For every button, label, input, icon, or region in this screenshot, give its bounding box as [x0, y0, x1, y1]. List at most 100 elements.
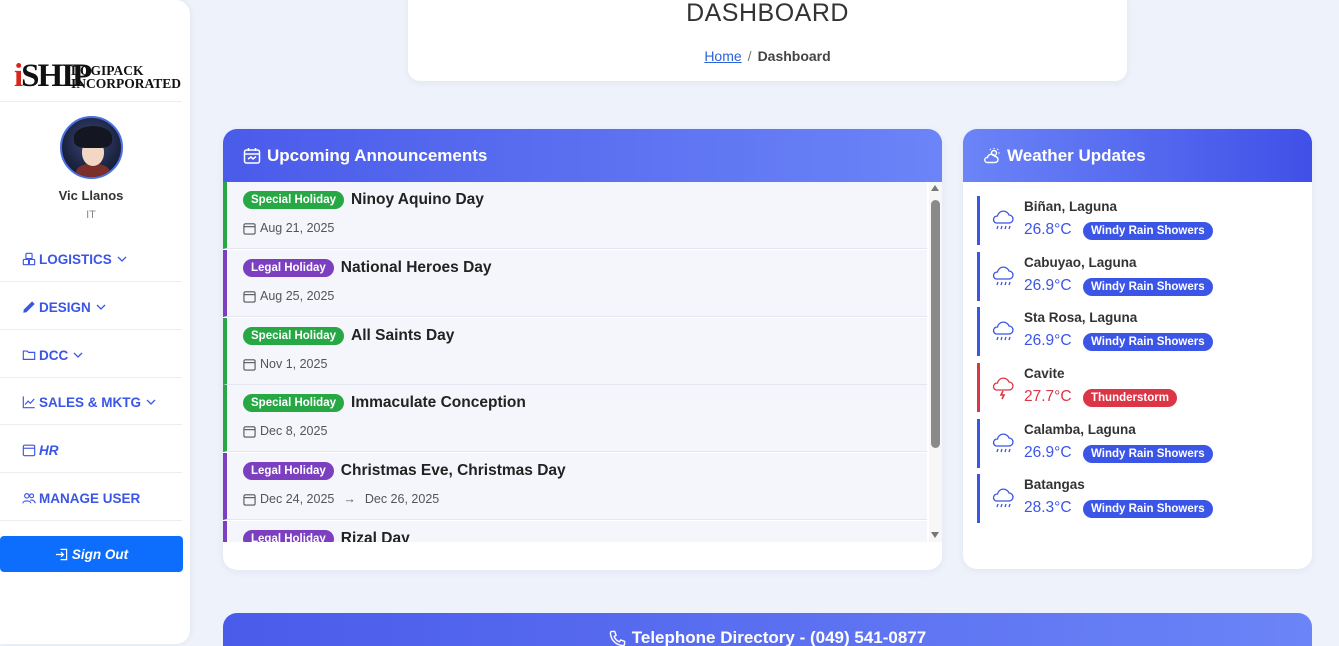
user-name: Vic Llanos	[58, 188, 124, 203]
scroll-down-arrow[interactable]	[931, 532, 939, 538]
announcement-item[interactable]: Special Holiday All Saints Day Nov 1, 202…	[223, 318, 927, 385]
calendar-icon	[243, 290, 256, 303]
calendar-icon	[22, 444, 36, 457]
announcement-item[interactable]: Legal Holiday National Heroes Day Aug 25,…	[223, 250, 927, 317]
divider	[0, 101, 182, 102]
announcement-row: Legal Holiday Rizal Day	[243, 530, 410, 542]
weather-temp: 26.8°C	[1024, 221, 1072, 238]
divider	[0, 520, 182, 521]
announcement-date: Aug 21, 2025	[243, 221, 334, 235]
chevron-down-icon	[117, 256, 127, 262]
chevron-down-icon	[96, 304, 106, 310]
announcement-list[interactable]: Special Holiday Ninoy Aquino Day Aug 21, …	[223, 182, 929, 542]
announcement-row: Legal Holiday Christmas Eve, Christmas Da…	[243, 462, 566, 480]
nav-dcc[interactable]: DCC	[22, 345, 83, 365]
user-dept: IT	[86, 209, 96, 221]
weather-temp: 26.9°C	[1024, 332, 1072, 349]
nav-sales-mktg[interactable]: SALES & MKTG	[22, 392, 156, 412]
announcements-title: Upcoming Announcements	[267, 145, 488, 165]
weather-item[interactable]: Biñan, Laguna 26.8°C Windy Rain Showers	[977, 196, 1213, 245]
announcement-row: Legal Holiday National Heroes Day	[243, 259, 492, 277]
logo-line2: INCORPORATED	[71, 76, 182, 91]
calendar-icon	[243, 493, 256, 506]
weather-city: Biñan, Laguna	[1024, 199, 1118, 214]
weather-condition-badge: Windy Rain Showers	[1083, 445, 1213, 463]
cloud-rain-icon	[992, 488, 1014, 508]
nav-label: DESIGN	[39, 299, 91, 315]
nav-label: HR	[39, 442, 59, 458]
nav-logistics[interactable]: LOGISTICS	[22, 249, 127, 269]
chevron-down-icon	[73, 352, 83, 358]
holiday-badge: Special Holiday	[243, 394, 345, 412]
calendar-icon	[243, 222, 256, 235]
announcement-item[interactable]: Special Holiday Immaculate Conception Dec…	[223, 385, 927, 452]
announcement-row: Special Holiday Ninoy Aquino Day	[243, 191, 484, 209]
holiday-badge: Special Holiday	[243, 191, 345, 209]
announcement-row: Special Holiday Immaculate Conception	[243, 394, 526, 412]
weather-city: Cavite	[1024, 366, 1065, 381]
sidebar: iSHIP LOGIPACK INCORPORATED Vic Llanos I…	[0, 0, 190, 644]
nav-label: LOGISTICS	[39, 251, 112, 267]
announcements-card: Upcoming Announcements Special Holiday Ni…	[223, 129, 942, 570]
avatar[interactable]	[60, 116, 123, 179]
weather-condition-badge: Windy Rain Showers	[1083, 278, 1213, 296]
date-text: Dec 8, 2025	[260, 424, 328, 438]
announcement-title: All Saints Day	[351, 327, 455, 344]
weather-item[interactable]: Cavite 27.7°C Thunderstorm	[977, 363, 1207, 412]
weather-item[interactable]: Cabuyao, Laguna 26.9°C Windy Rain Shower…	[977, 252, 1213, 301]
announcement-title: Christmas Eve, Christmas Day	[340, 462, 566, 479]
logo-i: i	[14, 58, 23, 94]
announcement-date: Dec 8, 2025	[243, 424, 327, 438]
nav-label: DCC	[39, 347, 69, 363]
announcement-date: Aug 25, 2025	[243, 289, 334, 303]
cloud-rain-icon	[992, 210, 1014, 230]
weather-title: Weather Updates	[1007, 145, 1146, 165]
cloud-rain-icon	[992, 433, 1014, 453]
scroll-up-arrow[interactable]	[931, 185, 939, 191]
telephone-directory-card: Telephone Directory - (049) 541-0877	[223, 613, 1312, 646]
nav-manage-user[interactable]: MANAGE USER	[22, 488, 140, 508]
weather-city: Calamba, Laguna	[1024, 422, 1136, 437]
date-text: Dec 24, 2025	[260, 492, 335, 506]
calendar-icon	[243, 425, 256, 438]
weather-city: Cabuyao, Laguna	[1024, 255, 1137, 270]
weather-condition-badge: Windy Rain Showers	[1083, 333, 1213, 351]
weather-item[interactable]: Batangas 28.3°C Windy Rain Showers	[977, 474, 1213, 523]
logo-subtext: LOGIPACK INCORPORATED	[71, 64, 182, 91]
sign-out-button[interactable]: Sign Out	[0, 536, 183, 572]
weather-item[interactable]: Sta Rosa, Laguna 26.9°C Windy Rain Showe…	[977, 307, 1213, 356]
users-icon	[22, 493, 36, 504]
announcement-title: Immaculate Conception	[351, 394, 526, 411]
weather-card: Weather Updates Biñan, Laguna 26.8°C Win…	[963, 129, 1312, 569]
folder-icon	[22, 350, 36, 360]
avatar-shirt	[76, 164, 110, 177]
company-logo[interactable]: iSHIP LOGIPACK INCORPORATED	[14, 58, 181, 94]
nav-hr[interactable]: HR	[22, 440, 59, 460]
phone-icon	[609, 630, 626, 646]
calendar-icon	[243, 358, 256, 371]
divider	[0, 424, 182, 425]
telephone-directory-header: Telephone Directory - (049) 541-0877	[223, 628, 1312, 646]
nav-label: MANAGE USER	[39, 490, 141, 506]
weather-item[interactable]: Calamba, Laguna 26.9°C Windy Rain Shower…	[977, 419, 1213, 468]
announcement-item[interactable]: Special Holiday Ninoy Aquino Day Aug 21, …	[223, 182, 927, 249]
cloud-lightning-icon	[992, 377, 1014, 400]
weather-temp: 28.3°C	[1024, 499, 1072, 516]
weather-city: Sta Rosa, Laguna	[1024, 310, 1138, 325]
announcements-header: Upcoming Announcements	[223, 129, 942, 182]
cloud-rain-icon	[992, 321, 1014, 341]
sign-out-label: Sign Out	[71, 546, 129, 562]
announcement-title: Rizal Day	[340, 530, 410, 542]
nav-design[interactable]: DESIGN	[22, 297, 106, 317]
breadcrumb-home-link[interactable]: Home	[704, 48, 741, 64]
date-text: Aug 25, 2025	[260, 289, 335, 303]
scrollbar[interactable]	[929, 182, 942, 542]
holiday-badge: Legal Holiday	[243, 259, 334, 277]
announcement-item[interactable]: Legal Holiday Christmas Eve, Christmas Da…	[223, 453, 927, 520]
cloud-rain-icon	[992, 266, 1014, 286]
holiday-badge: Legal Holiday	[243, 462, 334, 480]
announcement-title: National Heroes Day	[340, 259, 492, 276]
breadcrumb: Home / Dashboard	[408, 48, 1127, 64]
announcement-item[interactable]: Legal Holiday Rizal Day	[223, 521, 927, 542]
scroll-thumb[interactable]	[931, 200, 940, 448]
